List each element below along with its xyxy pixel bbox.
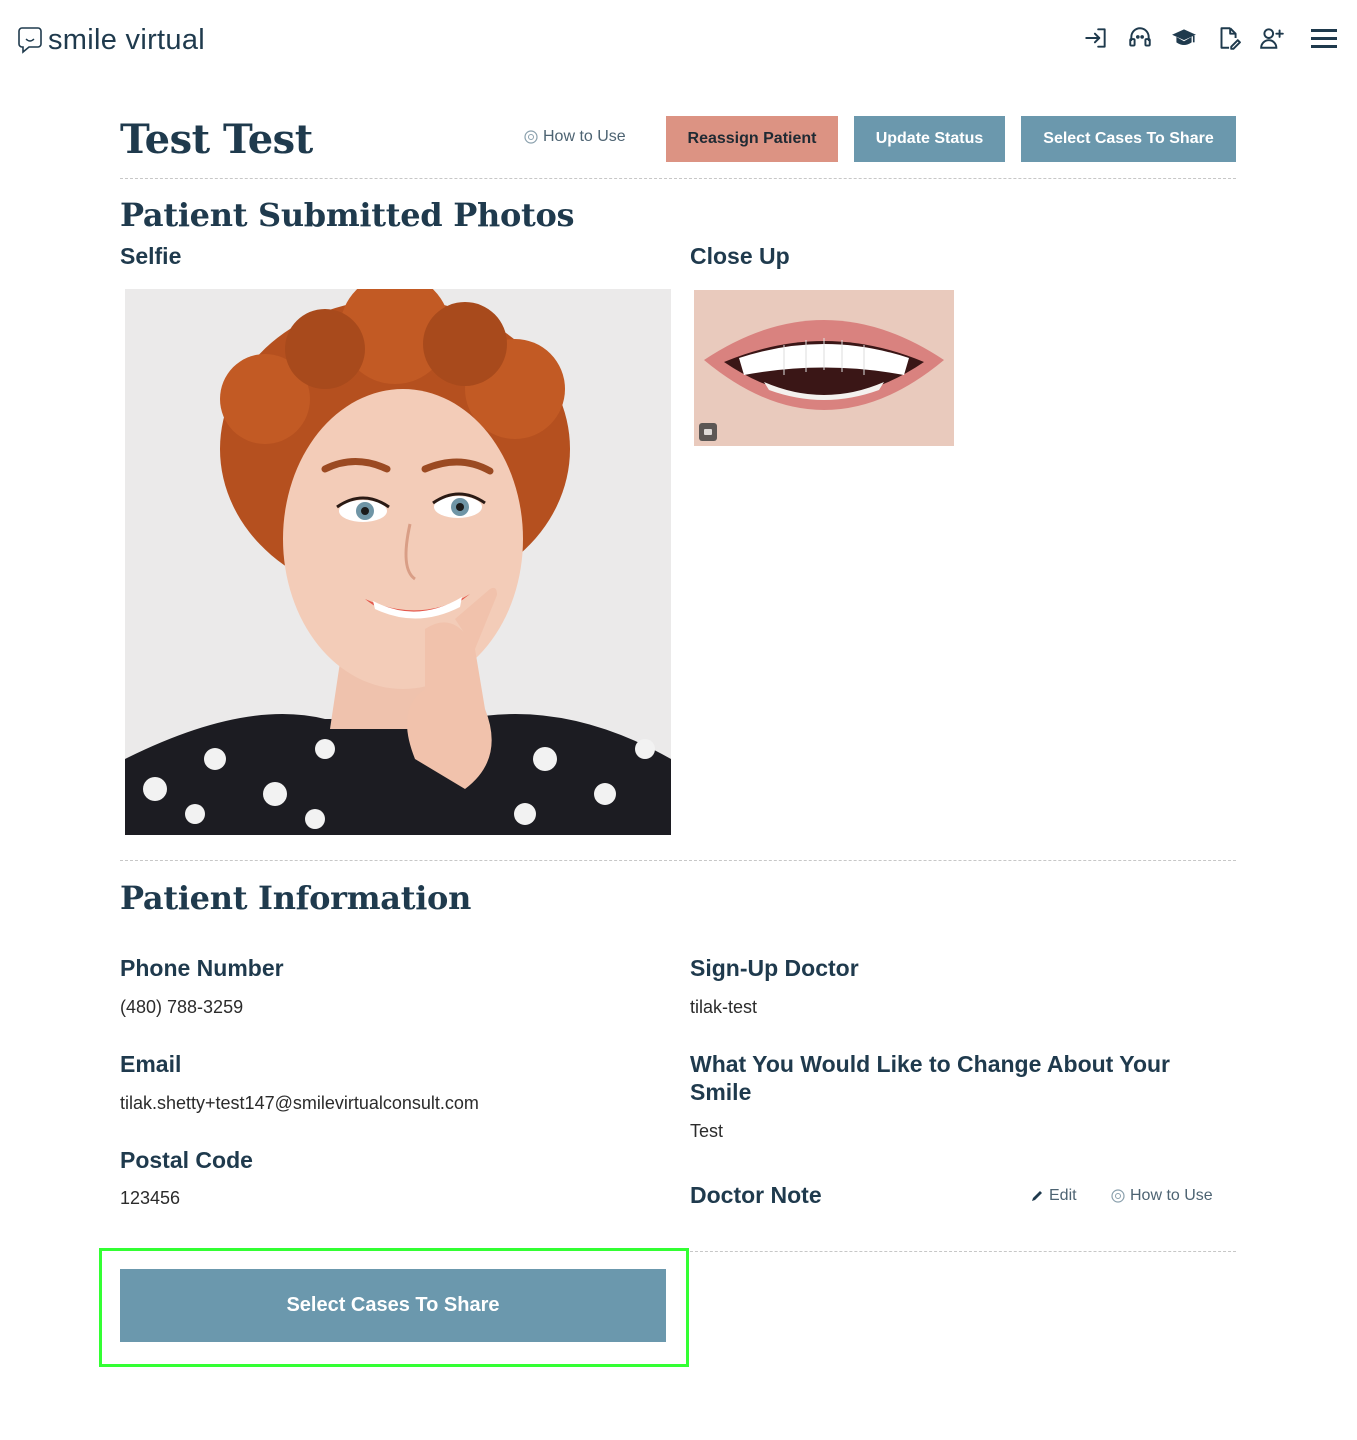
- help-icon: [1111, 1189, 1125, 1203]
- document-edit-icon: [1220, 27, 1241, 50]
- phone-value: (480) 788-3259: [120, 997, 244, 1017]
- selfie-label: Selfie: [120, 243, 182, 269]
- divider: [690, 1251, 1236, 1252]
- closeup-image: [694, 290, 954, 446]
- divider: [120, 860, 1236, 861]
- divider: [120, 178, 1236, 179]
- patient-name: Test Test: [120, 116, 313, 163]
- reassign-patient-button[interactable]: Reassign Patient: [666, 116, 838, 162]
- help-icon: [524, 130, 538, 144]
- image-icon: [699, 423, 717, 441]
- closeup-label: Close Up: [690, 243, 790, 269]
- postal-value: 123456: [120, 1188, 181, 1208]
- support-agent-icon: [1129, 27, 1151, 47]
- how-to-use-link[interactable]: How to Use: [524, 128, 626, 146]
- selfie-image: [125, 289, 671, 835]
- education-button[interactable]: [1169, 24, 1199, 52]
- doctor-note-label: Doctor Note: [690, 1182, 822, 1208]
- hamburger-menu-icon: [1311, 29, 1337, 48]
- edit-note-link[interactable]: Edit: [1030, 1187, 1077, 1205]
- info-section-title: Patient Information: [120, 879, 472, 917]
- logo-text: smile virtual: [48, 24, 205, 56]
- login-button[interactable]: [1081, 24, 1111, 52]
- document-edit-button[interactable]: [1213, 24, 1243, 52]
- graduation-cap-icon: [1172, 29, 1196, 46]
- selfie-photo[interactable]: [125, 289, 671, 835]
- change-smile-value: Test: [690, 1121, 724, 1141]
- login-icon: [1085, 28, 1106, 48]
- closeup-photo[interactable]: [694, 290, 954, 446]
- header-toolbar: [1067, 24, 1339, 52]
- how-to-use-label: How to Use: [543, 128, 626, 145]
- email-label: Email: [120, 1051, 182, 1077]
- pencil-icon: [1032, 1191, 1042, 1201]
- add-user-icon: [1260, 28, 1284, 49]
- select-cases-to-share-button[interactable]: Select Cases To Share: [1021, 116, 1236, 162]
- change-smile-label: What You Would Like to Change About Your…: [690, 1051, 1170, 1105]
- note-how-to-use-link[interactable]: How to Use: [1111, 1187, 1213, 1205]
- menu-button[interactable]: [1309, 24, 1339, 52]
- support-button[interactable]: [1125, 24, 1155, 52]
- phone-label: Phone Number: [120, 955, 284, 981]
- select-cases-to-share-bottom-button[interactable]: Select Cases To Share: [120, 1269, 666, 1342]
- signup-doctor-value: tilak-test: [690, 997, 758, 1017]
- postal-label: Postal Code: [120, 1147, 253, 1173]
- email-value: tilak.shetty+test147@smilevirtualconsult…: [120, 1093, 479, 1113]
- note-how-to-use-label: How to Use: [1130, 1187, 1213, 1204]
- add-user-button[interactable]: [1257, 24, 1287, 52]
- chat-bubble-logo-icon: [18, 27, 42, 54]
- update-status-button[interactable]: Update Status: [854, 116, 1005, 162]
- signup-doctor-label: Sign-Up Doctor: [690, 955, 859, 981]
- logo[interactable]: smile virtual: [18, 24, 205, 56]
- photos-section-title: Patient Submitted Photos: [120, 196, 575, 234]
- edit-note-label: Edit: [1049, 1187, 1077, 1204]
